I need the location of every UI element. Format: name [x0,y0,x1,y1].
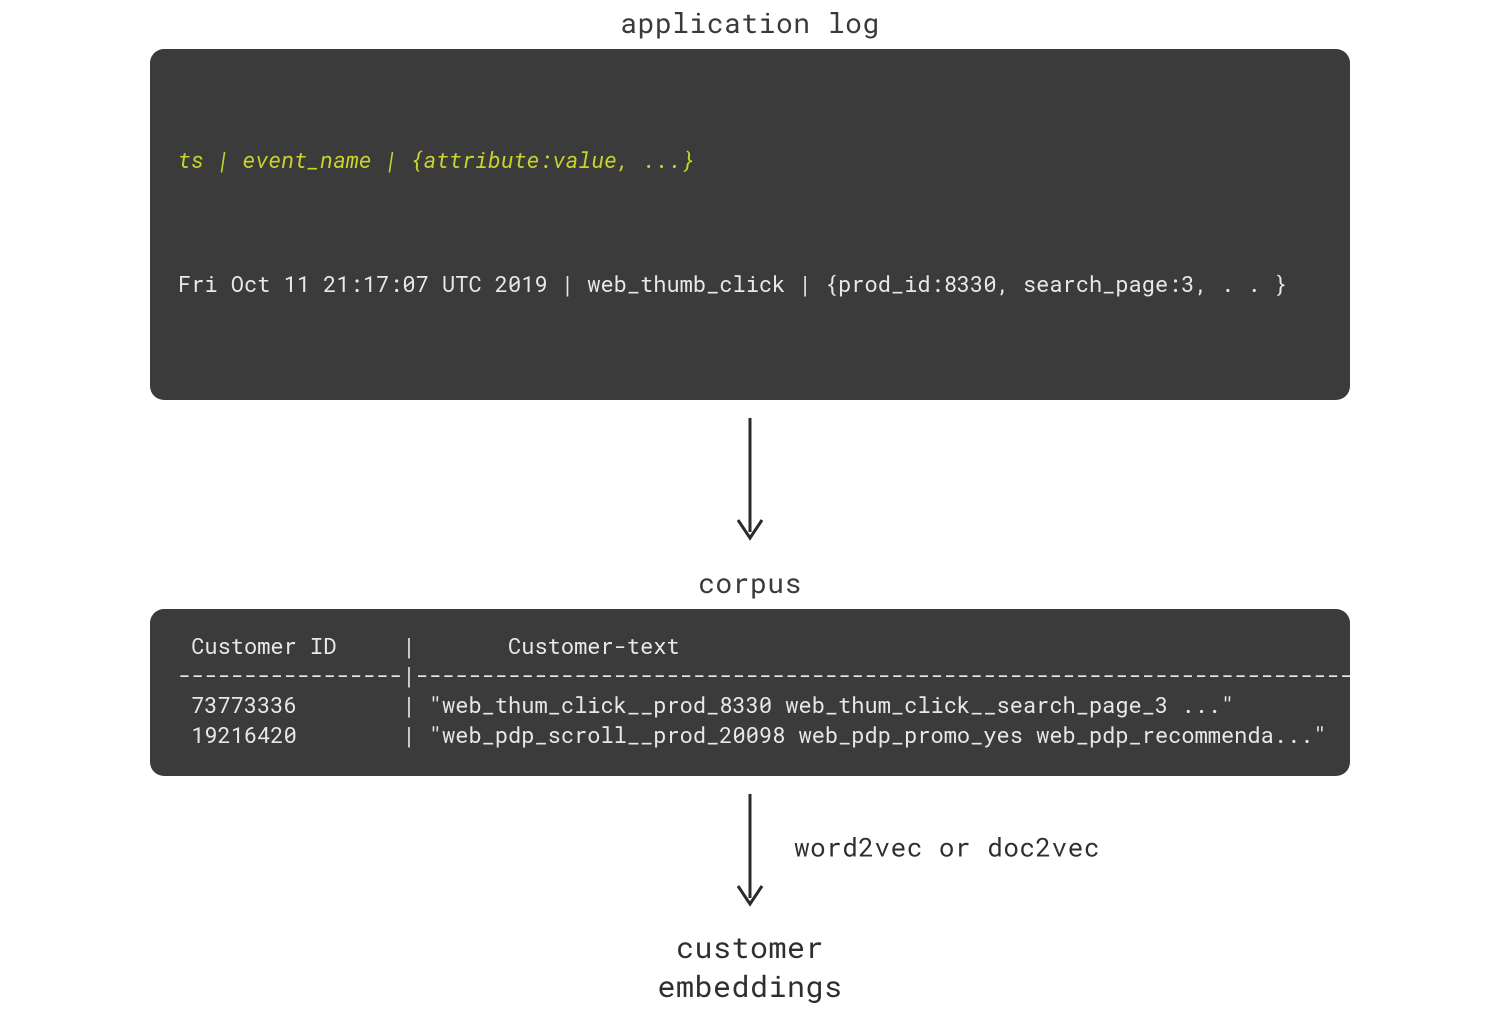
diagram-canvas: application log ts | event_name | {attri… [0,0,1500,1036]
arrow-down-icon [730,400,770,560]
arrow-label-method: word2vec or doc2vec [794,830,1100,864]
section-title-application-log: application log [620,4,880,41]
corpus-box: Customer ID | Customer-text ------------… [150,609,1350,776]
corpus-divider-line: -----------------|----------------------… [178,660,1350,689]
application-log-box: ts | event_name | {attribute:value, ...}… [150,49,1350,400]
section-title-corpus: corpus [698,564,802,601]
arrow-down-icon [730,776,770,926]
arrow-log-to-corpus [150,400,1350,560]
arrow-corpus-to-embeddings: word2vec or doc2vec [150,776,1350,926]
embeddings-line-2: embeddings [657,967,842,1006]
embeddings-line-1: customer [676,928,824,967]
log-schema-line: ts | event_name | {attribute:value, ...} [178,143,1322,177]
corpus-header-line: Customer ID | Customer-text [178,631,680,660]
corpus-row-1: 19216420 | "web_pdp_scroll__prod_20098 w… [178,720,1327,749]
section-title-embeddings: customer embeddings [657,928,842,1006]
corpus-row-0: 73773336 | "web_thum_click__prod_8330 we… [178,690,1234,719]
log-example-line: Fri Oct 11 21:17:07 UTC 2019 | web_thumb… [178,267,1322,301]
